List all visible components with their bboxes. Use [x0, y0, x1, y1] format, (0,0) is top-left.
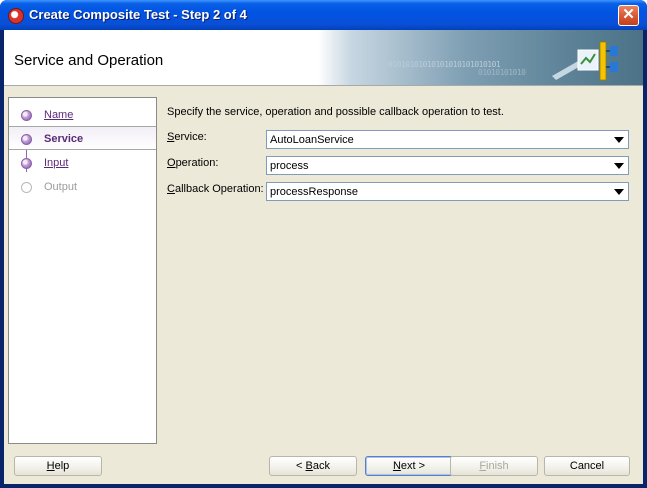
- close-button[interactable]: ✕: [618, 5, 639, 26]
- step-label-output: Output: [44, 181, 78, 193]
- oracle-app-icon: [8, 8, 24, 24]
- button-bar: Help < Back Next > Finish Cancel: [4, 444, 643, 484]
- operation-label: Operation:: [167, 157, 218, 169]
- header-graphic: 01010101010101010101010101 01010101010: [318, 30, 643, 85]
- page-title: Service and Operation: [14, 52, 164, 69]
- operation-label-mnemonic: O: [167, 157, 176, 169]
- back-prefix: <: [296, 460, 306, 472]
- chevron-down-icon[interactable]: [613, 160, 625, 172]
- callback-label-text: allback Operation:: [174, 183, 264, 195]
- step-output: Output: [9, 175, 156, 199]
- callback-operation-label: Callback Operation:: [167, 183, 264, 195]
- service-selected-value: AutoLoanService: [270, 134, 354, 146]
- cancel-button[interactable]: Cancel: [544, 456, 630, 476]
- operation-label-text: peration:: [175, 157, 219, 169]
- back-button[interactable]: < Back: [269, 456, 357, 476]
- step-pending-icon: [21, 182, 32, 193]
- step-label-input[interactable]: Input: [44, 157, 68, 169]
- callback-selected-value: processResponse: [270, 186, 359, 198]
- service-label-text: ervice:: [174, 131, 207, 143]
- callback-label-mnemonic: C: [167, 183, 175, 195]
- finish-label: inish: [486, 460, 509, 472]
- help-label: elp: [54, 460, 70, 472]
- finish-button[interactable]: Finish: [450, 456, 538, 476]
- wizard-steps-panel: Name Service Input Output: [8, 97, 157, 444]
- binary-decoration-2: 01010101010: [478, 68, 526, 77]
- dialog-client-area: Service and Operation 010101010101010101…: [4, 30, 643, 484]
- help-mnemonic: H: [46, 460, 55, 472]
- chevron-down-icon[interactable]: [613, 134, 625, 146]
- step-complete-icon: [21, 110, 32, 121]
- title-bar[interactable]: Create Composite Test - Step 2 of 4 ✕: [0, 0, 647, 30]
- step-service[interactable]: Service: [9, 126, 156, 150]
- wizard-header: Service and Operation 010101010101010101…: [4, 30, 643, 86]
- step-label-name[interactable]: Name: [44, 109, 73, 121]
- back-mnemonic: B: [305, 460, 313, 472]
- step-content: Specify the service, operation and possi…: [161, 97, 643, 444]
- step-input[interactable]: Input: [9, 151, 156, 175]
- step-name[interactable]: Name: [9, 103, 156, 127]
- next-button[interactable]: Next >: [365, 456, 453, 476]
- chevron-down-icon[interactable]: [613, 186, 625, 198]
- service-label: Service:: [167, 131, 207, 143]
- step-complete-icon: [21, 158, 32, 169]
- operation-selected-value: process: [270, 160, 309, 172]
- operation-dropdown[interactable]: process: [266, 156, 629, 175]
- step-current-icon: [21, 134, 32, 145]
- instructions-text: Specify the service, operation and possi…: [167, 106, 504, 118]
- next-mnemonic: N: [392, 460, 401, 472]
- step-label-service: Service: [44, 133, 84, 145]
- callback-operation-dropdown[interactable]: processResponse: [266, 182, 629, 201]
- wizard-logo-icon: [552, 41, 618, 81]
- window-title: Create Composite Test - Step 2 of 4: [29, 7, 247, 22]
- back-label: ack: [312, 460, 330, 472]
- next-label: ext >: [400, 460, 426, 472]
- help-button[interactable]: Help: [14, 456, 102, 476]
- service-dropdown[interactable]: AutoLoanService: [266, 130, 629, 149]
- dialog-window: Create Composite Test - Step 2 of 4 ✕ Se…: [0, 0, 647, 488]
